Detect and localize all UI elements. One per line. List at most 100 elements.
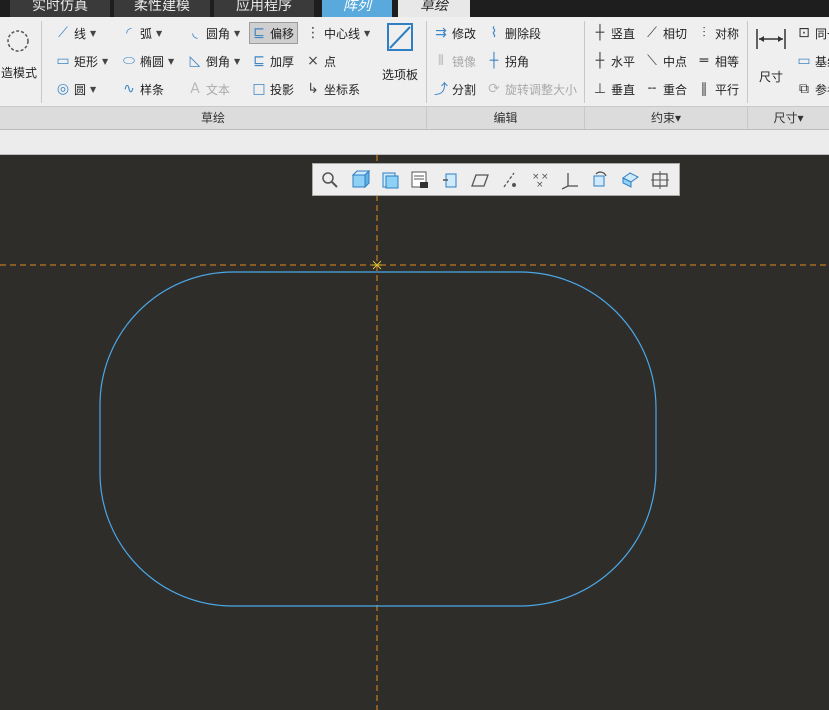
- offset-label: 偏移: [270, 26, 295, 41]
- arc-icon: ◜: [126, 25, 132, 41]
- tab-realtime-simulation[interactable]: 实时仿真: [10, 0, 110, 17]
- divide-button[interactable]: ⤴ 分割: [432, 79, 476, 99]
- tab-sketch[interactable]: 草绘: [398, 0, 470, 17]
- mirror-button[interactable]: ⫴ 镜像: [432, 51, 476, 71]
- midpoint-constraint-button[interactable]: ⟍ 中点: [643, 51, 687, 71]
- rectangle-button[interactable]: ▭ 矩形 ▼: [54, 51, 108, 71]
- horizontal-constraint-icon: ┼: [595, 53, 605, 69]
- dimension-group-label[interactable]: 尺寸▾: [748, 107, 829, 129]
- rotate-resize-label: 旋转调整大小: [505, 82, 578, 97]
- text-button[interactable]: A 文本: [186, 79, 230, 99]
- axis-display-icon[interactable]: [499, 169, 521, 191]
- separator: [584, 21, 585, 103]
- fillet-button[interactable]: ◟ 圆角 ▼: [186, 23, 240, 43]
- point-display-icon[interactable]: × × ×: [529, 169, 551, 191]
- coordinate-system-button[interactable]: ↳ 坐标系: [304, 79, 360, 99]
- chamfer-button[interactable]: ◺ 倒角 ▼: [186, 51, 241, 71]
- centerline-button[interactable]: ⋮ 中心线 ▼: [304, 23, 370, 43]
- plane-display-icon[interactable]: [469, 169, 491, 191]
- datum-display-icon[interactable]: [439, 169, 461, 191]
- chevron-down-icon[interactable]: ▼: [234, 29, 240, 38]
- svg-text:×: ×: [536, 180, 544, 190]
- ribbon-group-labels: 草绘 编辑 约束▾ 尺寸▾: [0, 107, 829, 130]
- view-manager-icon[interactable]: [409, 169, 431, 191]
- perpendicular-constraint-icon: ⊥: [593, 81, 607, 97]
- chevron-down-icon[interactable]: ▼: [156, 29, 162, 38]
- reference-icon: ⧉: [799, 81, 809, 97]
- same-point-label: 同一: [815, 26, 829, 41]
- mirror-label: 镜像: [452, 54, 477, 69]
- sketch-setup-button[interactable]: 造模式: [0, 25, 38, 81]
- sketch-view-icon[interactable]: [649, 169, 671, 191]
- tab-applications[interactable]: 应用程序: [214, 0, 314, 17]
- equal-constraint-button[interactable]: ═ 相等: [695, 51, 739, 71]
- reference-label: 参考: [815, 82, 829, 97]
- coincident-constraint-button[interactable]: ╌ 重合: [643, 79, 687, 99]
- horizontal-constraint-button[interactable]: ┼ 水平: [591, 51, 635, 71]
- line-button[interactable]: ⟋ 线 ▼: [54, 23, 96, 43]
- constrain-group-label[interactable]: 约束▾: [585, 107, 747, 129]
- tangent-label: 相切: [663, 26, 688, 41]
- chevron-down-icon[interactable]: ▼: [90, 29, 96, 38]
- rotate-resize-button[interactable]: ⟳ 旋转调整大小: [485, 79, 577, 99]
- graphics-viewport[interactable]: [0, 155, 829, 710]
- chamfer-icon: ◺: [189, 53, 201, 69]
- parallel-constraint-button[interactable]: ∥ 平行: [695, 79, 740, 99]
- symmetric-constraint-button[interactable]: ⫶ 对称: [695, 23, 739, 43]
- thicken-label: 加厚: [270, 54, 295, 69]
- palette-button[interactable]: 选项板: [378, 21, 422, 83]
- circle-button[interactable]: ◎ 圆 ▼: [54, 79, 96, 99]
- tab-flexible-modeling[interactable]: 柔性建模: [114, 0, 210, 17]
- project-icon: □: [252, 81, 266, 97]
- modify-button[interactable]: ⇉ 修改: [432, 23, 476, 43]
- chevron-down-icon[interactable]: ▼: [364, 29, 370, 38]
- delete-segment-button[interactable]: ⌇ 删除段: [485, 23, 541, 43]
- palette-icon: [387, 23, 413, 51]
- symmetric-constraint-icon: ⫶: [702, 25, 706, 41]
- reference-button[interactable]: ⧉ 参考: [795, 79, 829, 99]
- tab-pattern[interactable]: 阵列: [322, 0, 392, 17]
- spin-center-icon[interactable]: [589, 169, 611, 191]
- display-style-icon[interactable]: [349, 169, 371, 191]
- parallel-label: 平行: [715, 82, 740, 97]
- spline-button[interactable]: ∿ 样条: [120, 79, 164, 99]
- chevron-down-icon[interactable]: ▼: [102, 57, 108, 66]
- baseline-button[interactable]: ▭ 基线: [795, 51, 829, 71]
- same-point-button[interactable]: ⊡ 同一: [795, 23, 829, 43]
- ellipse-button[interactable]: ⬭ 椭圆 ▼: [120, 51, 174, 71]
- spline-icon: ∿: [123, 81, 135, 97]
- circle-icon: ◎: [56, 81, 70, 97]
- coincident-label: 重合: [663, 82, 688, 97]
- arc-label: 弧: [140, 26, 153, 41]
- perpendicular-label: 垂直: [611, 82, 636, 97]
- zoom-icon[interactable]: [319, 169, 341, 191]
- text-label: 文本: [206, 82, 231, 97]
- tangent-constraint-button[interactable]: ⟋ 相切: [643, 23, 687, 43]
- perpendicular-constraint-button[interactable]: ⊥ 垂直: [591, 79, 635, 99]
- offset-button[interactable]: ⊑ 偏移: [249, 22, 299, 44]
- fillet-icon: ◟: [192, 25, 198, 41]
- edit-group-label: 编辑: [493, 111, 518, 125]
- arc-button[interactable]: ◜ 弧 ▼: [120, 23, 162, 43]
- chevron-down-icon[interactable]: ▼: [168, 57, 174, 66]
- canvas-background: [0, 155, 829, 710]
- point-button[interactable]: × 点: [304, 51, 336, 71]
- project-button[interactable]: □ 投影: [250, 79, 294, 99]
- thicken-button[interactable]: ⊑ 加厚: [250, 51, 294, 71]
- corner-label: 拐角: [505, 54, 530, 69]
- midpoint-label: 中点: [663, 54, 688, 69]
- model-tree-strip: [0, 130, 829, 155]
- chevron-down-icon[interactable]: ▼: [234, 57, 240, 66]
- corner-button[interactable]: ┼ 拐角: [485, 51, 529, 71]
- csys-display-icon[interactable]: [559, 169, 581, 191]
- dimension-button[interactable]: 尺寸: [752, 25, 790, 85]
- delete-segment-icon: ⌇: [490, 25, 498, 41]
- coincident-constraint-icon: ╌: [647, 81, 657, 97]
- saved-views-icon[interactable]: [379, 169, 401, 191]
- annotation-display-icon[interactable]: [619, 169, 641, 191]
- chevron-down-icon[interactable]: ▼: [90, 85, 96, 94]
- equal-label: 相等: [715, 54, 740, 69]
- vertical-constraint-button[interactable]: ┼ 竖直: [591, 23, 635, 43]
- ribbon-panel: 造模式 ⟋ 线 ▼ ▭ 矩形 ▼ ◎ 圆 ▼ ◜ 弧 ▼ ⬭ 椭圆 ▼ ∿ 样条 ◟ 圆角 ▼ ◺ 倒角 ▼ …: [0, 17, 829, 107]
- rectangle-icon: ▭: [56, 53, 70, 69]
